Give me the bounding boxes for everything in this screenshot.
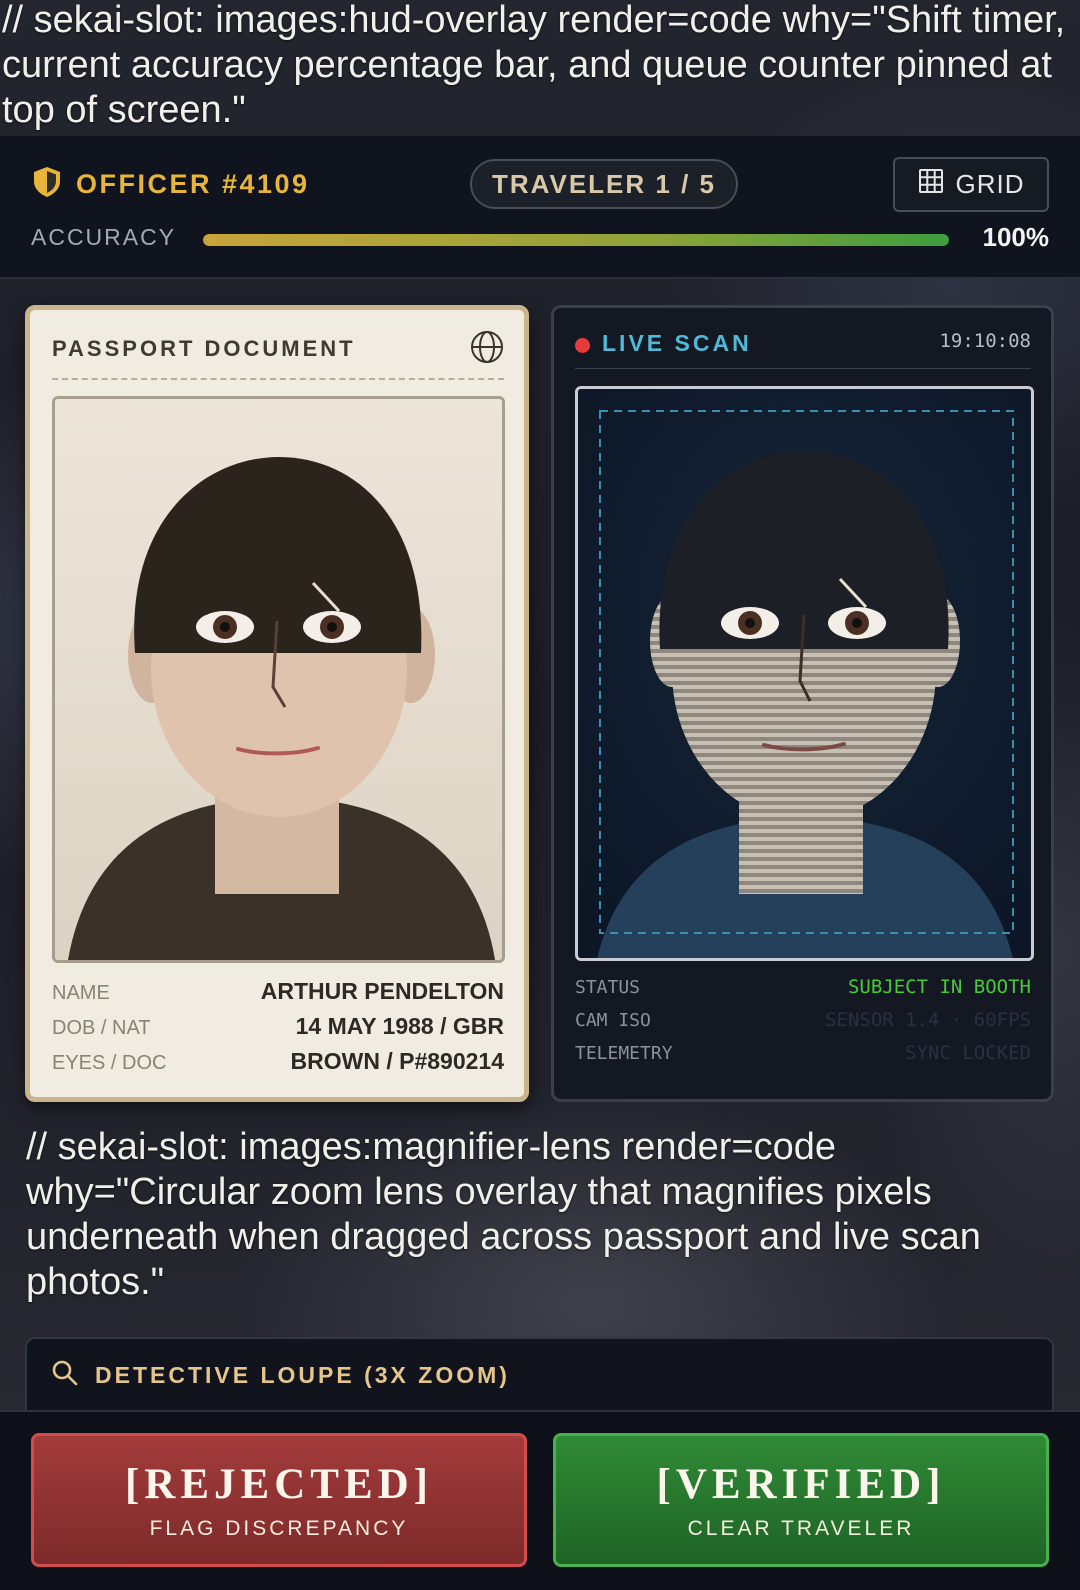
verify-button[interactable]: [VERIFIED] CLEAR TRAVELER: [553, 1433, 1049, 1567]
accuracy-bar: [203, 234, 949, 246]
grid-button-label: GRID: [955, 169, 1025, 199]
field-label: STATUS: [575, 977, 641, 998]
hud-bar: OFFICER #4109 TRAVELER 1 / 5 GRID ACCURA…: [0, 136, 1080, 279]
accuracy-bar-fill: [203, 234, 949, 246]
shield-icon: [32, 166, 62, 203]
scan-field-row: CAM ISO SENSOR 1.4 · 60FPS: [575, 1009, 1031, 1042]
action-bar: [REJECTED] FLAG DISCREPANCY [VERIFIED] C…: [0, 1410, 1080, 1590]
passport-card: PASSPORT DOCUMENT NAME ARTHUR PENDELTON …: [25, 305, 529, 1102]
field-value: SUBJECT IN BOOTH: [847, 976, 1031, 998]
passport-title: PASSPORT DOCUMENT: [52, 336, 356, 361]
field-value: BROWN / P#890214: [290, 1048, 504, 1074]
officer-badge: OFFICER #4109: [32, 166, 310, 203]
verify-button-label: [VERIFIED]: [656, 1460, 946, 1508]
magnifier-slot-note: // sekai-slot: images:magnifier-lens ren…: [26, 1126, 981, 1303]
accuracy-label: ACCURACY: [31, 224, 177, 250]
field-label: TELEMETRY: [575, 1043, 673, 1064]
passport-divider: [52, 378, 504, 380]
field-value: SENSOR 1.4 · 60FPS: [825, 1009, 1031, 1031]
field-label: DOB / NAT: [52, 1017, 151, 1039]
grid-icon: [918, 168, 944, 201]
field-value: ARTHUR PENDELTON: [260, 978, 504, 1004]
live-scan-photo[interactable]: [575, 386, 1034, 961]
traveler-counter: TRAVELER 1 / 5: [470, 159, 738, 209]
passport-field-row: EYES / DOC BROWN / P#890214: [52, 1048, 504, 1083]
passport-field-row: NAME ARTHUR PENDELTON: [52, 978, 504, 1013]
reject-button-label: [REJECTED]: [124, 1460, 434, 1508]
passport-photo[interactable]: [52, 396, 505, 963]
verify-button-sublabel: CLEAR TRAVELER: [687, 1516, 915, 1540]
reject-button-sublabel: FLAG DISCREPANCY: [149, 1516, 409, 1540]
reject-button[interactable]: [REJECTED] FLAG DISCREPANCY: [31, 1433, 527, 1567]
detective-loupe-label: DETECTIVE LOUPE (3X ZOOM): [95, 1362, 510, 1388]
field-value: SYNC LOCKED: [905, 1042, 1031, 1064]
field-value: 14 MAY 1988 / GBR: [295, 1013, 504, 1039]
scan-timestamp: 19:10:08: [939, 330, 1031, 352]
field-label: CAM ISO: [575, 1010, 651, 1031]
globe-icon: [470, 330, 504, 369]
scan-field-row: STATUS SUBJECT IN BOOTH: [575, 976, 1031, 1009]
passport-fields: NAME ARTHUR PENDELTON DOB / NAT 14 MAY 1…: [52, 978, 504, 1083]
hud-overlay-slot-note: // sekai-slot: images:hud-overlay render…: [2, 0, 1066, 131]
scan-field-row: TELEMETRY SYNC LOCKED: [575, 1042, 1031, 1075]
live-scan-card: LIVE SCAN 19:10:08 STATUS SUBJECT IN BOO…: [551, 305, 1054, 1102]
detective-loupe-button[interactable]: DETECTIVE LOUPE (3X ZOOM): [51, 1359, 510, 1392]
recording-dot-icon: [575, 338, 590, 353]
officer-id: OFFICER #4109: [76, 169, 310, 199]
accuracy-value: 100%: [982, 222, 1050, 252]
live-scan-title: LIVE SCAN: [602, 330, 752, 356]
field-label: EYES / DOC: [52, 1052, 167, 1074]
scan-fields: STATUS SUBJECT IN BOOTH CAM ISO SENSOR 1…: [575, 976, 1031, 1075]
scan-divider: [575, 368, 1031, 369]
field-label: NAME: [52, 982, 110, 1004]
magnifier-icon: [51, 1359, 79, 1392]
grid-button[interactable]: GRID: [893, 157, 1049, 212]
passport-field-row: DOB / NAT 14 MAY 1988 / GBR: [52, 1013, 504, 1048]
